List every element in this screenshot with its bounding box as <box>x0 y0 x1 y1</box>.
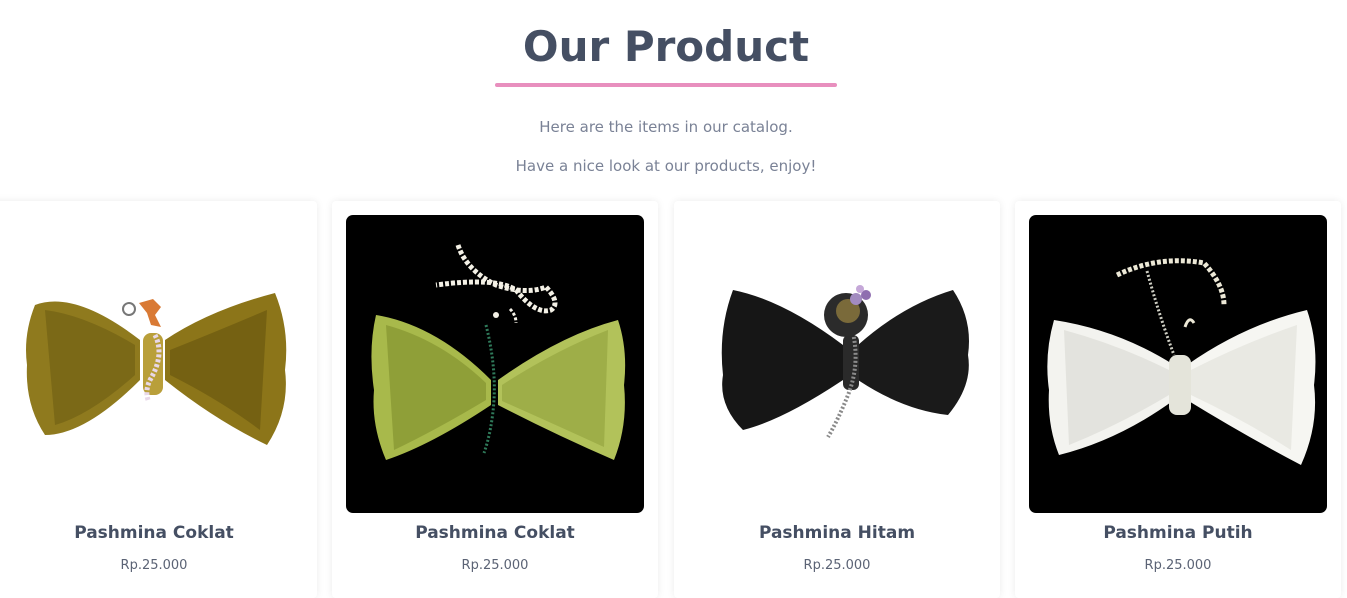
white-bow-icon <box>1047 258 1316 465</box>
section-tagline: Have a nice look at our products, enjoy! <box>515 157 817 175</box>
product-card[interactable]: Pashmina Coklat Rp.25.000 <box>332 201 658 598</box>
product-name[interactable]: Pashmina Coklat <box>0 523 317 543</box>
green-bow-icon <box>371 244 626 460</box>
title-underline <box>495 83 837 87</box>
section-title: Our Product <box>522 22 810 71</box>
black-bow-icon <box>721 285 969 439</box>
product-name[interactable]: Pashmina Putih <box>1015 523 1341 543</box>
olive-bow-icon <box>26 293 287 445</box>
product-price: Rp.25.000 <box>1144 558 1212 573</box>
product-image[interactable] <box>1029 215 1327 513</box>
section-subtitle: Here are the items in our catalog. <box>539 118 793 136</box>
product-image[interactable] <box>5 215 303 513</box>
product-name[interactable]: Pashmina Coklat <box>332 523 658 543</box>
product-card[interactable]: Pashmina Putih Rp.25.000 <box>1015 201 1341 598</box>
product-price: Rp.25.000 <box>803 558 871 573</box>
product-image[interactable] <box>688 215 986 513</box>
product-price: Rp.25.000 <box>120 558 188 573</box>
product-image[interactable] <box>346 215 644 513</box>
product-card[interactable]: Pashmina Coklat Rp.25.000 <box>0 201 317 598</box>
product-section: Our Product Here are the items in our ca… <box>0 0 1347 598</box>
product-price: Rp.25.000 <box>461 558 529 573</box>
product-name[interactable]: Pashmina Hitam <box>674 523 1000 543</box>
product-card[interactable]: Pashmina Hitam Rp.25.000 <box>674 201 1000 598</box>
